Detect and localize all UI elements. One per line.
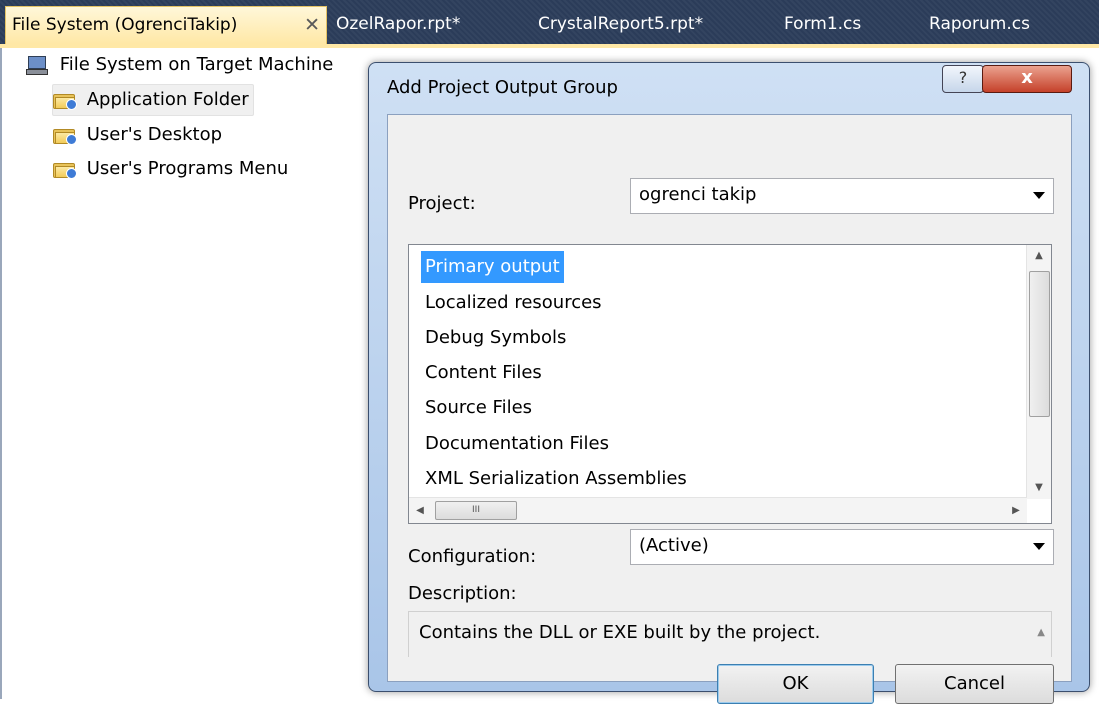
- project-select-value: ogrenci takip: [639, 184, 757, 205]
- list-item-localized-resources[interactable]: Localized resources: [421, 287, 606, 319]
- chevron-down-icon[interactable]: [1033, 192, 1045, 199]
- folder-icon: [53, 127, 77, 145]
- help-icon[interactable]: ?: [942, 65, 984, 93]
- scroll-left-icon[interactable]: ◀: [409, 498, 431, 523]
- tab-label: OzelRapor.rpt*: [336, 14, 461, 34]
- tab-raporum[interactable]: Raporum.cs: [929, 6, 1030, 42]
- folder-icon: [53, 161, 77, 179]
- output-listbox[interactable]: Primary output Localized resources Debug…: [408, 244, 1052, 524]
- chevron-down-icon[interactable]: [1033, 543, 1045, 550]
- scroll-thumb[interactable]: [1029, 271, 1050, 417]
- project-label: Project:: [408, 193, 476, 214]
- tree-root-label: File System on Target Machine: [59, 54, 334, 75]
- tab-close-icon[interactable]: ✕: [304, 7, 320, 43]
- description-label: Description:: [408, 583, 517, 604]
- tree-item-label: User's Programs Menu: [86, 158, 289, 179]
- tree-root[interactable]: File System on Target Machine: [26, 50, 333, 80]
- close-icon[interactable]: x: [982, 65, 1072, 93]
- list-item-primary-output[interactable]: Primary output: [421, 251, 564, 283]
- tree-item-label: User's Desktop: [86, 124, 223, 145]
- list-item-source-files[interactable]: Source Files: [421, 392, 536, 424]
- dialog-body: Project: ogrenci takip Primary output Lo…: [387, 114, 1072, 704]
- list-item-documentation-files[interactable]: Documentation Files: [421, 428, 613, 460]
- scroll-up-icon[interactable]: ▲: [1037, 612, 1045, 654]
- document-tab-strip: File System (OgrenciTakip) ✕ OzelRapor.r…: [0, 0, 1099, 48]
- tree-item-users-desktop[interactable]: User's Desktop: [53, 120, 222, 150]
- list-item-content-files[interactable]: Content Files: [421, 357, 546, 389]
- list-item-xml-serialization-assemblies[interactable]: XML Serialization Assemblies: [421, 463, 691, 495]
- ok-button[interactable]: OK: [717, 664, 874, 704]
- tab-label: Raporum.cs: [929, 14, 1030, 34]
- tab-crystalreport5[interactable]: CrystalReport5.rpt*: [538, 6, 703, 42]
- tab-form1[interactable]: Form1.cs: [784, 6, 861, 42]
- add-project-output-group-dialog: Add Project Output Group ? x Project: og…: [368, 62, 1090, 704]
- folder-icon: [53, 92, 77, 110]
- computer-icon: [26, 56, 48, 75]
- configuration-select[interactable]: (Active): [630, 529, 1054, 565]
- configuration-select-value: (Active): [639, 535, 709, 556]
- description-text: Contains the DLL or EXE built by the pro…: [419, 622, 821, 643]
- vertical-scrollbar[interactable]: ▲ ▼: [1026, 245, 1051, 499]
- scroll-right-icon[interactable]: ▶: [1005, 498, 1027, 523]
- tab-ozelrapor[interactable]: OzelRapor.rpt*: [336, 6, 460, 42]
- tab-label: Form1.cs: [784, 14, 862, 34]
- description-box: Contains the DLL or EXE built by the pro…: [408, 611, 1052, 657]
- tab-label: CrystalReport5.rpt*: [538, 14, 704, 34]
- horizontal-scrollbar[interactable]: ◀ III ▶: [409, 497, 1027, 523]
- project-select[interactable]: ogrenci takip: [630, 178, 1054, 214]
- cancel-button[interactable]: Cancel: [895, 664, 1054, 704]
- tree-item-application-folder[interactable]: Application Folder: [52, 84, 254, 116]
- scroll-thumb-horizontal[interactable]: III: [435, 501, 517, 520]
- tree-item-users-programs-menu[interactable]: User's Programs Menu: [53, 154, 288, 184]
- tree-item-label: Application Folder: [86, 89, 249, 110]
- scroll-down-icon[interactable]: ▼: [1027, 477, 1051, 499]
- list-item-debug-symbols[interactable]: Debug Symbols: [421, 322, 570, 354]
- tab-label: File System (OgrenciTakip): [12, 15, 238, 35]
- dialog-title: Add Project Output Group: [387, 77, 618, 98]
- scroll-up-icon[interactable]: ▲: [1027, 245, 1051, 267]
- configuration-label: Configuration:: [408, 546, 537, 567]
- tab-file-system[interactable]: File System (OgrenciTakip) ✕: [5, 6, 327, 44]
